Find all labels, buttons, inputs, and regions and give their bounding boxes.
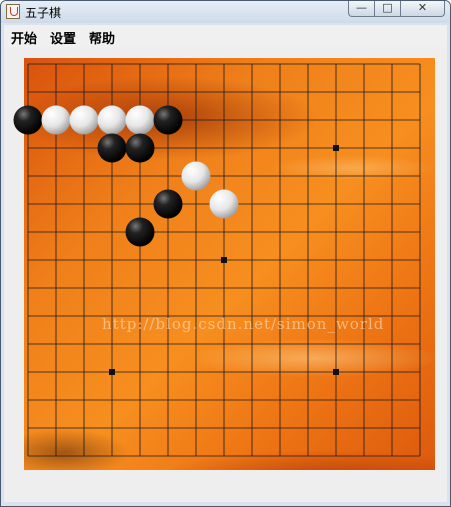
watermark-text: http://blog.csdn.net/simon_world	[102, 315, 385, 333]
black-stone	[13, 105, 43, 135]
java-app-icon	[6, 4, 20, 19]
black-stone	[125, 133, 155, 163]
window-title: 五子棋	[25, 6, 62, 20]
star-point	[333, 145, 339, 151]
menu-start[interactable]: 开始	[11, 28, 37, 47]
star-point	[109, 369, 115, 375]
white-stone	[97, 105, 127, 135]
menu-settings[interactable]: 设置	[50, 28, 76, 47]
black-stone	[97, 133, 127, 163]
minimize-button[interactable]: —	[348, 1, 375, 17]
black-stone	[153, 189, 183, 219]
white-stone	[69, 105, 99, 135]
menu-help[interactable]: 帮助	[89, 28, 115, 47]
white-stone	[209, 189, 239, 219]
star-point	[221, 257, 227, 263]
maximize-button[interactable]: □	[374, 1, 401, 17]
white-stone	[125, 105, 155, 135]
white-stone	[41, 105, 71, 135]
board-grid	[13, 63, 421, 457]
black-stone	[125, 217, 155, 247]
white-stone	[181, 161, 211, 191]
close-button[interactable]: ✕	[400, 1, 445, 17]
menu-bar: 开始 设置 帮助	[4, 25, 447, 48]
gomoku-board[interactable]: http://blog.csdn.net/simon_world	[13, 58, 435, 470]
black-stone	[153, 105, 183, 135]
star-point	[333, 369, 339, 375]
